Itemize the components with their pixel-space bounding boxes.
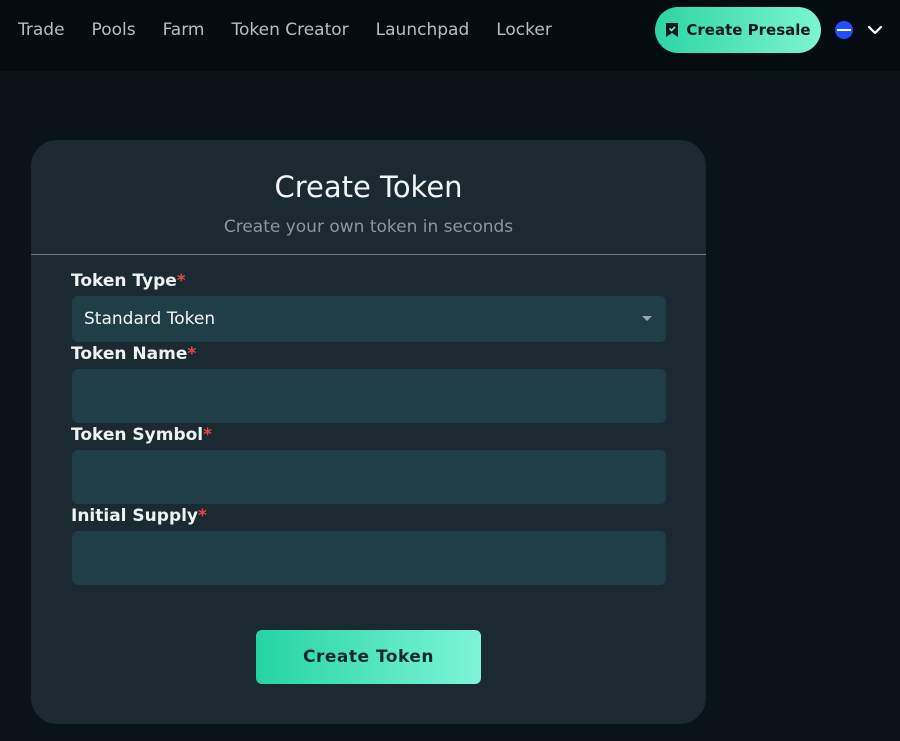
required-asterisk: * [176,271,186,291]
caret-down-icon [642,316,652,321]
token-name-label-text: Token Name [71,344,188,364]
nav-item-token-creator[interactable]: Token Creator [231,20,348,40]
card-divider [31,254,706,255]
token-type-label: Token Type* [71,271,186,291]
create-token-card: Create Token Create your own token in se… [31,140,706,724]
required-asterisk: * [187,344,197,364]
nav-item-launchpad[interactable]: Launchpad [376,20,470,40]
main-nav: Trade Pools Farm Token Creator Launchpad… [18,0,579,60]
token-symbol-label: Token Symbol* [71,425,212,445]
create-presale-label: Create Presale [686,21,811,39]
token-symbol-input[interactable] [72,450,666,504]
token-type-label-text: Token Type [71,271,177,291]
create-presale-button[interactable]: Create Presale [655,7,821,53]
required-asterisk: * [203,425,213,445]
chevron-down-icon[interactable] [866,21,884,39]
token-type-value: Standard Token [84,309,216,329]
top-navbar: Trade Pools Farm Token Creator Launchpad… [0,0,900,71]
card-subtitle: Create your own token in seconds [223,217,514,237]
nav-item-pools[interactable]: Pools [92,20,136,40]
card-title: Create Token [274,170,463,204]
token-symbol-label-text: Token Symbol [71,425,204,445]
network-chain-icon[interactable] [835,21,853,39]
nav-item-trade[interactable]: Trade [18,20,65,40]
nav-item-farm[interactable]: Farm [163,20,205,40]
required-asterisk: * [198,506,207,526]
create-token-button[interactable]: Create Token [256,630,481,684]
presale-tag-icon [666,23,679,37]
token-name-label: Token Name* [71,344,196,364]
token-name-input[interactable] [72,369,666,423]
initial-supply-input[interactable] [72,531,666,585]
token-type-select[interactable]: Standard Token [72,296,666,342]
nav-item-locker[interactable]: Locker [496,20,552,40]
initial-supply-label: Initial Supply* [71,506,207,526]
initial-supply-label-text: Initial Supply [71,506,199,526]
